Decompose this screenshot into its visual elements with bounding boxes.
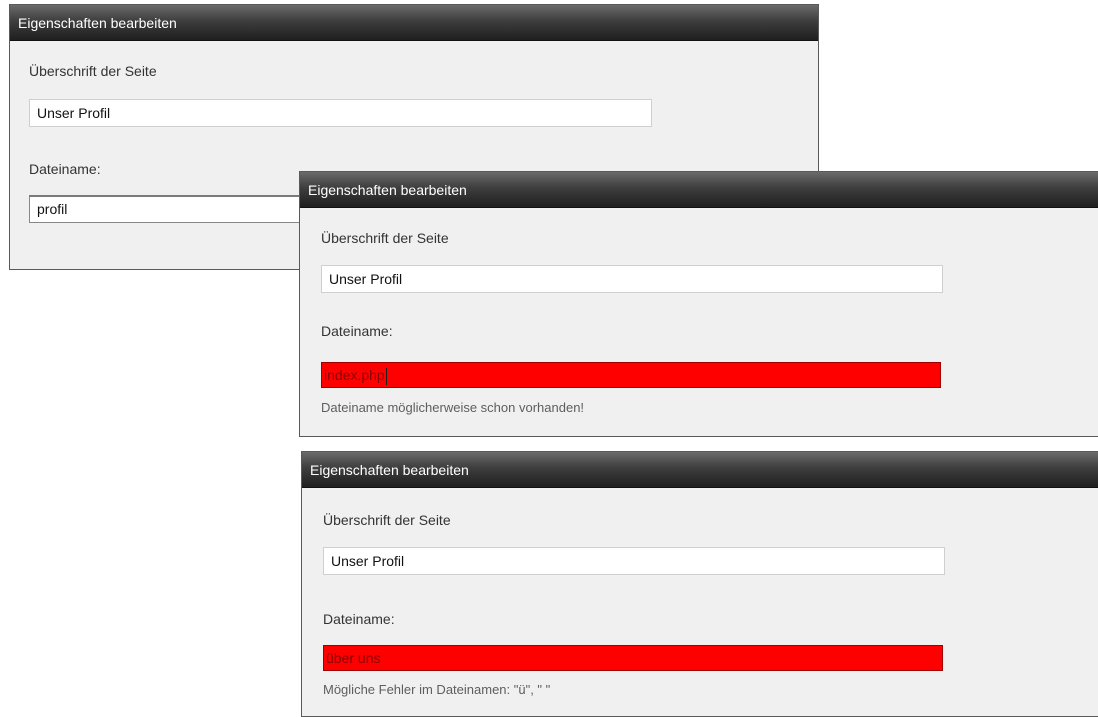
- filename-value: über uns: [326, 650, 381, 666]
- dialog-title-bar: Eigenschaften bearbeiten: [10, 5, 818, 41]
- page-heading-label: Überschrift der Seite: [323, 512, 451, 528]
- page-heading-input[interactable]: [323, 547, 945, 575]
- dialog-title-bar: Eigenschaften bearbeiten: [302, 452, 1098, 488]
- page-heading-input[interactable]: [321, 265, 943, 293]
- dialog-title: Eigenschaften bearbeiten: [18, 15, 177, 31]
- filename-label: Dateiname:: [321, 323, 393, 339]
- filename-error-message: Mögliche Fehler im Dateinamen: "ü", " ": [323, 682, 551, 697]
- text-caret: [385, 367, 387, 385]
- filename-input-error[interactable]: über uns: [323, 645, 943, 671]
- page-heading-input[interactable]: [29, 99, 652, 127]
- filename-value: profil: [37, 201, 68, 217]
- dialog-title: Eigenschaften bearbeiten: [310, 462, 469, 478]
- dialog-title: Eigenschaften bearbeiten: [308, 182, 467, 198]
- page-heading-label: Überschrift der Seite: [321, 230, 449, 246]
- filename-input-error[interactable]: index.php: [321, 362, 941, 388]
- filename-label: Dateiname:: [29, 161, 101, 177]
- page-heading-label: Überschrift der Seite: [29, 63, 157, 79]
- properties-dialog-3: Eigenschaften bearbeiten Überschrift der…: [301, 451, 1098, 717]
- filename-label: Dateiname:: [323, 611, 395, 627]
- filename-value: index.php: [324, 367, 385, 383]
- dialog-title-bar: Eigenschaften bearbeiten: [300, 172, 1098, 208]
- properties-dialog-2: Eigenschaften bearbeiten Überschrift der…: [299, 171, 1098, 437]
- filename-error-message: Dateiname möglicherweise schon vorhanden…: [321, 400, 585, 415]
